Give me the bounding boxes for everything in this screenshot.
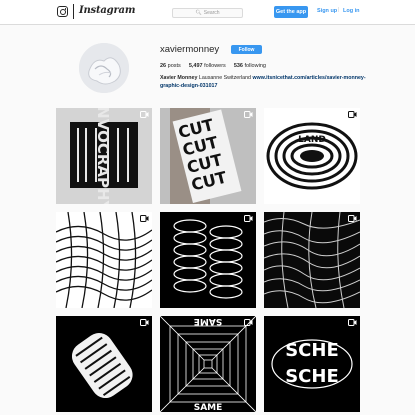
post-3-artwork: LAND xyxy=(264,108,360,204)
posts-stat: 26 posts xyxy=(160,63,181,69)
followers-stat[interactable]: 5,497 followers xyxy=(189,63,226,69)
post-8-artwork: SAME SAME xyxy=(160,316,256,412)
search-placeholder: Search xyxy=(203,10,220,16)
post-7-artwork xyxy=(56,316,152,412)
video-icon xyxy=(140,215,149,222)
grid-post-4[interactable] xyxy=(56,212,152,308)
video-icon xyxy=(348,215,357,222)
instagram-logo-icon[interactable] xyxy=(57,6,68,17)
grid-post-7[interactable] xyxy=(56,316,152,412)
video-icon xyxy=(348,319,357,326)
instagram-wordmark[interactable]: Instagram xyxy=(79,5,135,16)
follow-button[interactable]: Follow xyxy=(231,45,262,54)
get-the-app-button[interactable]: Get the app xyxy=(274,6,308,18)
grid-post-5[interactable] xyxy=(160,212,256,308)
video-icon xyxy=(140,111,149,118)
video-icon xyxy=(348,111,357,118)
profile-avatar xyxy=(79,43,129,93)
grid-post-6[interactable] xyxy=(264,212,360,308)
video-icon xyxy=(244,319,253,326)
sign-up-link[interactable]: Sign up xyxy=(317,8,337,14)
search-input[interactable]: 🔍︎ Search xyxy=(172,8,243,18)
svg-text:SCHE: SCHE xyxy=(285,366,339,387)
log-in-link[interactable]: Log in xyxy=(343,8,360,14)
post-1-artwork: INVOCRAPHY xyxy=(56,108,152,204)
grid-post-8[interactable]: SAME SAME xyxy=(160,316,256,412)
post-4-artwork xyxy=(56,212,152,308)
grid-post-2[interactable]: CUT CUT CUT CUT xyxy=(160,108,256,204)
video-icon xyxy=(244,215,253,222)
profile-location: Lausanne Switzerland xyxy=(198,75,251,81)
video-icon xyxy=(244,111,253,118)
search-icon: 🔍︎ xyxy=(195,10,202,16)
post-9-text: SCHE xyxy=(285,340,339,361)
logo-divider xyxy=(73,4,74,19)
post-8-text: SAME xyxy=(194,316,223,326)
post-9-artwork: SCHE SCHE xyxy=(264,316,360,412)
post-3-text: LAND xyxy=(298,135,326,145)
grid-post-3[interactable]: LAND xyxy=(264,108,360,204)
video-icon xyxy=(140,319,149,326)
profile-full-name: Xavier Monney xyxy=(160,75,198,81)
post-2-artwork: CUT CUT CUT CUT xyxy=(160,108,256,204)
grid-post-9[interactable]: SCHE SCHE xyxy=(264,316,360,412)
profile-bio: Xavier Monney Lausanne Switzerland www.i… xyxy=(160,74,375,90)
profile-stats: 26 posts 5,497 followers 536 following xyxy=(160,63,266,69)
top-navigation-bar: Instagram 🔍︎ Search Get the app Sign up … xyxy=(0,0,415,25)
svg-text:SAME: SAME xyxy=(194,403,223,412)
following-stat[interactable]: 536 following xyxy=(234,63,266,69)
link-separator: | xyxy=(338,7,340,13)
grid-post-1[interactable]: INVOCRAPHY xyxy=(56,108,152,204)
post-5-artwork xyxy=(160,212,256,308)
profile-username: xaviermonney xyxy=(160,44,220,55)
post-6-artwork xyxy=(264,212,360,308)
